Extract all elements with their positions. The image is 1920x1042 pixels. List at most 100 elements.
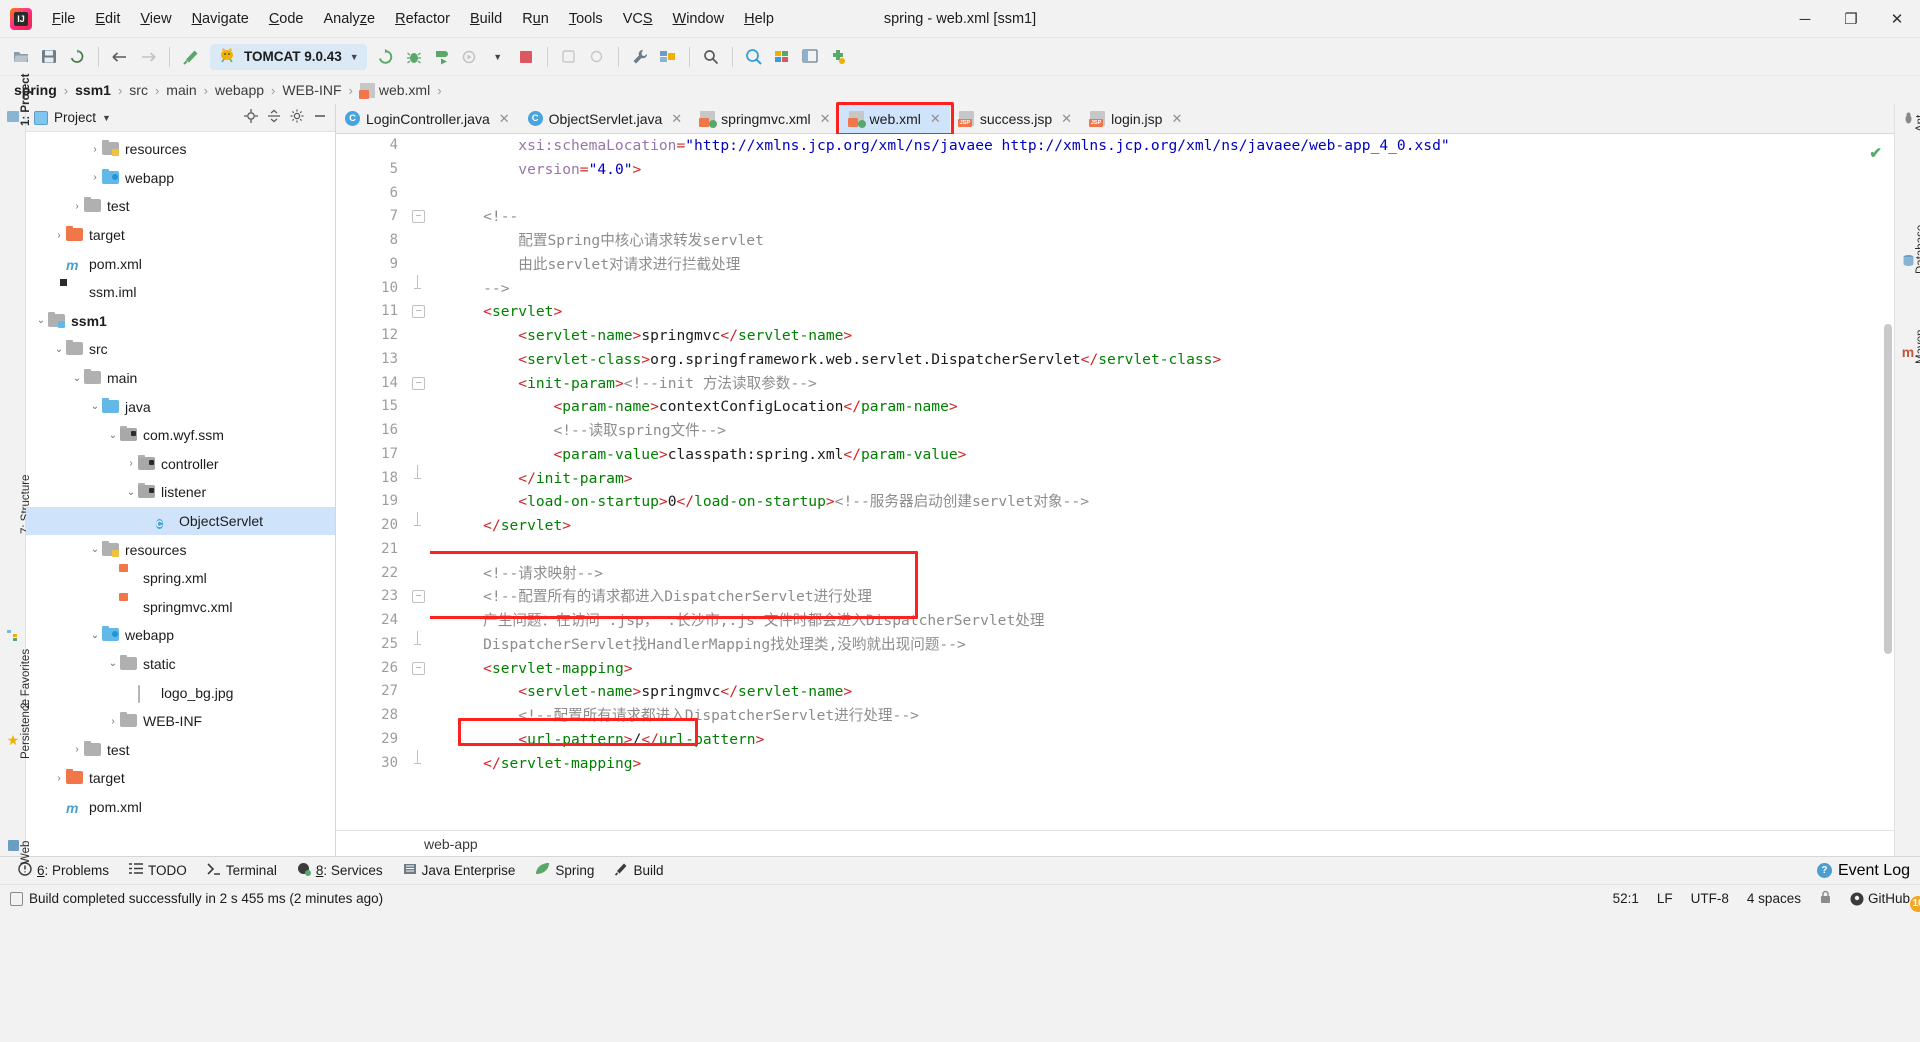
- code-line[interactable]: </servlet>: [448, 514, 1894, 538]
- editor-tab-objectservlet-java[interactable]: C ObjectServlet.java ✕: [519, 104, 692, 133]
- fold-end-icon[interactable]: [412, 274, 425, 295]
- chevron-right-icon[interactable]: ›: [88, 172, 102, 183]
- chevron-down-icon[interactable]: ⌄: [106, 658, 120, 669]
- rerun-icon[interactable]: [373, 44, 399, 70]
- run-with-coverage-icon[interactable]: [429, 44, 455, 70]
- menu-analyze[interactable]: Analyze: [314, 7, 386, 31]
- breadcrumb-item-2[interactable]: src: [129, 82, 148, 98]
- menu-file[interactable]: File: [42, 7, 85, 31]
- chevron-right-icon[interactable]: ›: [52, 773, 66, 784]
- event-log-area[interactable]: ? Event Log: [1816, 862, 1910, 880]
- tree-item-pom-xml[interactable]: ·mpom.xml: [26, 793, 335, 822]
- toolwindow-java-enterprise[interactable]: Java Enterprise: [395, 860, 524, 881]
- editor-tab-success-jsp[interactable]: success.jsp ✕: [950, 104, 1081, 133]
- hammer-icon[interactable]: [178, 44, 204, 70]
- plugin-icon[interactable]: [825, 44, 851, 70]
- breadcrumb-item-4[interactable]: webapp: [215, 82, 264, 98]
- code-line[interactable]: 由此servlet对请求进行拦截处理: [448, 253, 1894, 277]
- maximize-button[interactable]: ❐: [1828, 0, 1874, 38]
- editor-tab-springmvc-xml[interactable]: springmvc.xml ✕: [691, 104, 839, 133]
- code-line[interactable]: 产生问题：在访问 .jsp， .长沙市,.js 文件时都会进入Dispatche…: [448, 609, 1894, 633]
- project-rail-icon[interactable]: [5, 110, 21, 126]
- toolwindow-terminal[interactable]: Terminal: [199, 861, 285, 881]
- locate-icon[interactable]: [244, 109, 258, 126]
- code-line[interactable]: <load-on-startup>0</load-on-startup><!--…: [448, 490, 1894, 514]
- toolwindow-spring[interactable]: Spring: [527, 860, 602, 881]
- code-line[interactable]: 配置Spring中核心请求转发servlet: [448, 229, 1894, 253]
- code-line[interactable]: [448, 182, 1894, 206]
- menu-run[interactable]: Run: [512, 7, 559, 31]
- rail-project-label[interactable]: 1: Project: [20, 74, 32, 126]
- inspection-ok-check-icon[interactable]: ✔: [1869, 144, 1882, 162]
- chevron-right-icon[interactable]: ›: [70, 744, 84, 755]
- window-controls[interactable]: ─ ❐ ✕: [1782, 0, 1920, 38]
- tree-item-webapp[interactable]: ⌄ webapp: [26, 621, 335, 650]
- save-icon[interactable]: [36, 44, 62, 70]
- menu-code[interactable]: Code: [259, 7, 314, 31]
- tree-item-main[interactable]: ⌄ main: [26, 364, 335, 393]
- code-content[interactable]: xsi:schemaLocation="http://xmlns.jcp.org…: [430, 134, 1894, 830]
- tree-item-src[interactable]: ⌄ src: [26, 335, 335, 364]
- menu-view[interactable]: View: [130, 7, 181, 31]
- chevron-right-icon[interactable]: ›: [52, 230, 66, 241]
- editor-tab-bar[interactable]: C LoginController.java ✕ C ObjectServlet.jav…: [336, 102, 1894, 136]
- fold-collapse-icon[interactable]: −: [412, 305, 425, 319]
- chevron-right-icon[interactable]: ›: [124, 458, 138, 469]
- code-line[interactable]: -->: [448, 277, 1894, 301]
- menu-build[interactable]: Build: [460, 7, 512, 31]
- fold-collapse-icon[interactable]: −: [412, 661, 425, 675]
- code-line[interactable]: version="4.0">: [448, 158, 1894, 182]
- ant-rail-icon[interactable]: [1900, 112, 1916, 128]
- gear-icon[interactable]: [290, 109, 304, 126]
- database-icon[interactable]: [769, 44, 795, 70]
- code-folding-gutter[interactable]: − − − − −: [408, 134, 430, 830]
- code-line[interactable]: </servlet-mapping>: [448, 752, 1894, 776]
- chevron-down-icon[interactable]: ⌄: [124, 487, 138, 498]
- tree-item-resources[interactable]: › resources: [26, 135, 335, 164]
- code-line[interactable]: <param-name>contextConfigLocation</param…: [448, 395, 1894, 419]
- code-line[interactable]: <url-pattern>/</url-pattern>: [448, 728, 1894, 752]
- code-line[interactable]: <!--配置所有的请求都进入DispatcherServlet进行处理: [448, 585, 1894, 609]
- menu-navigate[interactable]: Navigate: [182, 7, 259, 31]
- menu-refactor[interactable]: Refactor: [385, 7, 460, 31]
- fold-end-icon[interactable]: [412, 630, 425, 651]
- code-line[interactable]: <servlet-mapping>: [448, 657, 1894, 681]
- tree-item-target[interactable]: › target: [26, 764, 335, 793]
- chevron-right-icon[interactable]: ›: [88, 144, 102, 155]
- fold-collapse-icon[interactable]: −: [412, 590, 425, 604]
- chevron-down-icon[interactable]: ⌄: [70, 373, 84, 384]
- layout-icon[interactable]: [797, 44, 823, 70]
- code-line[interactable]: <!--请求映射-->: [448, 562, 1894, 586]
- tree-item-ssm1[interactable]: ⌄ ssm1: [26, 307, 335, 336]
- rail-database-label[interactable]: Database: [1915, 225, 1920, 274]
- hide-icon[interactable]: [313, 109, 327, 126]
- line-separator[interactable]: LF: [1657, 891, 1673, 906]
- editor-bottom-breadcrumb[interactable]: web-app: [336, 830, 1894, 856]
- code-line[interactable]: <!--配置所有请求都进入DispatcherServlet进行处理-->: [448, 704, 1894, 728]
- rail-maven-label[interactable]: Maven: [1915, 329, 1920, 364]
- code-line[interactable]: DispatcherServlet找HandlerMapping找处理类,没哟就…: [448, 633, 1894, 657]
- fold-end-icon[interactable]: [412, 749, 425, 770]
- file-encoding[interactable]: UTF-8: [1691, 891, 1729, 906]
- close-icon[interactable]: ✕: [930, 111, 941, 127]
- code-editor[interactable]: 4 5 6 7 8 9 10 11 12 13 14 15 16 17 18 19 20 21 22 23 24 25 26…: [336, 134, 1894, 830]
- menu-window[interactable]: Window: [663, 7, 735, 31]
- message-icon[interactable]: [10, 891, 23, 906]
- profile-dropdown-icon[interactable]: ▼: [485, 44, 511, 70]
- tree-item-test[interactable]: › test: [26, 192, 335, 221]
- github-status[interactable]: GitHub 10: [1850, 891, 1920, 912]
- caret-position[interactable]: 52:1: [1613, 891, 1639, 906]
- code-line[interactable]: <!--读取spring文件-->: [448, 419, 1894, 443]
- editor-vertical-scrollbar[interactable]: [1884, 324, 1892, 654]
- tree-item-java[interactable]: ⌄ java: [26, 392, 335, 421]
- tree-item-target[interactable]: › target: [26, 221, 335, 250]
- fold-collapse-icon[interactable]: −: [412, 210, 425, 224]
- structure-rail-icon[interactable]: [5, 629, 21, 645]
- code-line[interactable]: <init-param><!--init 方法读取参数-->: [448, 372, 1894, 396]
- fold-collapse-icon[interactable]: −: [412, 376, 425, 390]
- run-configuration-selector[interactable]: TOMCAT 9.0.43 ▼: [210, 43, 367, 70]
- sync-icon[interactable]: [64, 44, 90, 70]
- folder-open-icon[interactable]: [8, 44, 34, 70]
- toolwindow-todo[interactable]: TODO: [121, 861, 195, 880]
- stop-icon[interactable]: [513, 44, 539, 70]
